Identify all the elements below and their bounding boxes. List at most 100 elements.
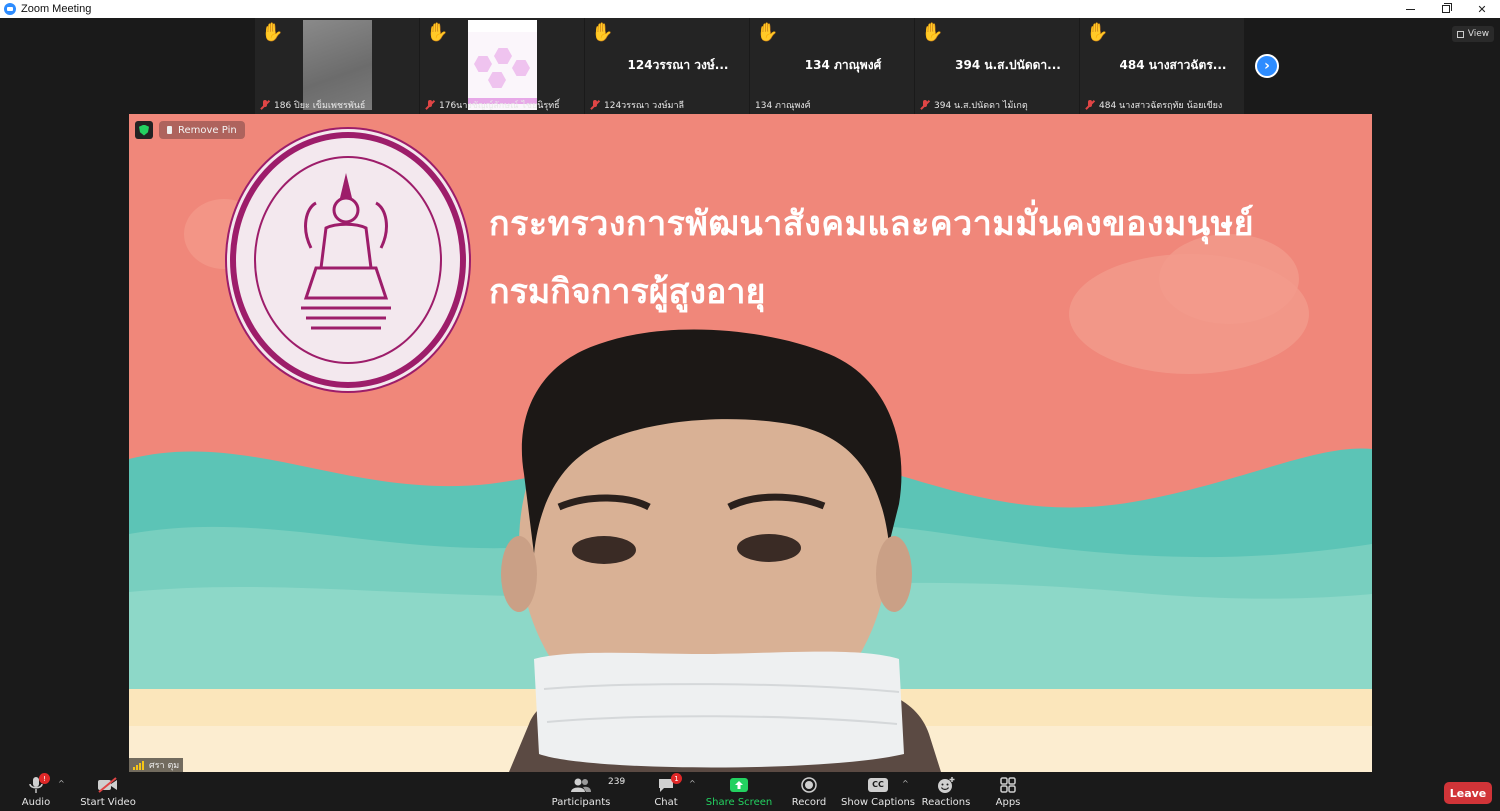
video-off-icon xyxy=(97,775,119,795)
participant-name: 484 นางสาวฉัตรฤทัย น้อยเขียง xyxy=(1099,101,1223,111)
leave-button[interactable]: Leave xyxy=(1444,782,1492,804)
tile-footer: 186 ปิยะ เข็มเพชรพันธ์ xyxy=(255,98,419,112)
close-icon: ✕ xyxy=(1477,2,1487,16)
participant-name: 176นางชัญญ์ลักษณ์ ไชยนิรุทธิ์ xyxy=(439,101,560,111)
deity-emblem-icon xyxy=(301,173,391,330)
participants-button[interactable]: 239 Participants xyxy=(552,775,626,811)
participant-display-name: 134 ภาณุพงศ์ xyxy=(804,58,882,72)
muted-mic-icon xyxy=(920,100,930,110)
raised-hand-icon: ✋ xyxy=(756,22,779,43)
window-title: Zoom Meeting xyxy=(21,3,92,15)
muted-mic-icon xyxy=(260,100,270,110)
closed-captions-icon: CC xyxy=(868,775,888,795)
participant-video xyxy=(303,20,372,110)
tile-footer: 176นางชัญญ์ลักษณ์ ไชยนิรุทธิ์ xyxy=(420,98,584,112)
participant-name: 394 น.ส.ปนัดดา ไม้เกตุ xyxy=(934,101,1028,111)
chat-label: Chat xyxy=(654,797,678,808)
participant-name: 186 ปิยะ เข็มเพชรพันธ์ xyxy=(274,101,366,111)
restore-button[interactable] xyxy=(1428,0,1464,18)
participant-display-name: 394 น.ส.ปนัดดา... xyxy=(955,58,1061,72)
title-bar: Zoom Meeting ✕ xyxy=(0,0,1500,18)
participant-video xyxy=(468,20,537,110)
reactions-button[interactable]: Reactions xyxy=(922,775,970,811)
minimize-icon xyxy=(1405,8,1415,10)
participant-tile[interactable]: ✋ 186 ปิยะ เข็มเพชรพันธ์ xyxy=(255,18,420,114)
record-icon xyxy=(801,775,817,795)
participant-name: 124วรรณา วงษ์มาลี xyxy=(604,101,685,111)
chat-button[interactable]: 1 Chat xyxy=(654,773,682,811)
ministry-seal-logo xyxy=(230,132,466,388)
view-button[interactable]: View xyxy=(1452,26,1494,42)
slide-headline-department: กรมกิจการผู้สูงอายุ xyxy=(489,272,766,312)
start-video-label: Start Video xyxy=(80,797,136,808)
participant-display-name: 124วรรณา วงษ์... xyxy=(627,58,729,72)
chat-icon: 1 xyxy=(657,773,682,795)
participant-tile[interactable]: ✋ 484 นางสาวฉัตร... 484 นางสาวฉัตรฤทัย น… xyxy=(1080,18,1245,114)
raised-hand-icon: ✋ xyxy=(921,22,944,43)
participant-tile[interactable]: ✋ 124วรรณา วงษ์... 124วรรณา วงษ์มาลี xyxy=(585,18,750,114)
raised-hand-icon: ✋ xyxy=(591,22,614,43)
participant-display-name: 484 นางสาวฉัตร... xyxy=(1119,58,1227,72)
window-controls: ✕ xyxy=(1392,0,1500,18)
participants-options-caret-icon[interactable]: ^ xyxy=(619,779,626,788)
raised-hand-icon: ✋ xyxy=(261,22,284,43)
audio-button[interactable]: ! Audio xyxy=(20,773,52,811)
close-button[interactable]: ✕ xyxy=(1464,0,1500,18)
show-captions-button[interactable]: CC Show Captions xyxy=(841,775,915,811)
muted-mic-icon xyxy=(1085,100,1095,110)
restore-icon xyxy=(1442,3,1452,13)
zoom-logo-icon xyxy=(4,3,16,15)
participants-label: Participants xyxy=(551,797,611,808)
chat-unread-badge: 1 xyxy=(671,773,682,784)
apps-label: Apps xyxy=(995,797,1021,808)
muted-mic-icon xyxy=(425,100,435,110)
participant-tile[interactable]: ✋ 394 น.ส.ปนัดดา... 394 น.ส.ปนัดดา ไม้เก… xyxy=(915,18,1080,114)
tile-footer: 394 น.ส.ปนัดดา ไม้เกตุ xyxy=(915,98,1079,112)
tile-footer: 134 ภาณุพงศ์ xyxy=(750,98,914,112)
audio-warning-badge: ! xyxy=(39,773,50,784)
next-page-button[interactable]: › xyxy=(1255,54,1279,78)
share-screen-button[interactable]: Share Screen xyxy=(706,775,772,811)
view-label: View xyxy=(1467,29,1490,39)
meeting-toolbar: ! Audio ^ Start Video 239 Participants ^… xyxy=(0,772,1500,811)
muted-mic-icon xyxy=(590,100,600,110)
reactions-smiley-icon xyxy=(937,775,955,795)
minimize-button[interactable] xyxy=(1392,0,1428,18)
raised-hand-icon: ✋ xyxy=(1086,22,1109,43)
captions-options-caret-icon[interactable]: ^ xyxy=(902,779,909,788)
apps-icon xyxy=(1000,775,1016,795)
microphone-icon: ! xyxy=(29,773,50,795)
raised-hand-icon: ✋ xyxy=(426,22,449,43)
speaker-name-tag: ศรา ตุม xyxy=(129,758,184,772)
grid-icon xyxy=(1456,30,1464,38)
audio-options-caret-icon[interactable]: ^ xyxy=(58,779,65,788)
slide-headline-ministry: กระทรวงการพัฒนาสังคมและความมั่นคงของมนุษ… xyxy=(489,204,1254,244)
chat-options-caret-icon[interactable]: ^ xyxy=(689,779,696,788)
chevron-right-icon: › xyxy=(1264,58,1270,74)
pin-icon xyxy=(167,126,172,134)
tile-footer: 484 นางสาวฉัตรฤทัย น้อยเขียง xyxy=(1080,98,1244,112)
pin-controls: Remove Pin xyxy=(135,121,245,139)
pinned-video[interactable]: กระทรวงการพัฒนาสังคมและความมั่นคงของมนุษ… xyxy=(129,114,1372,772)
signal-strength-icon xyxy=(133,760,145,770)
security-shield-icon[interactable] xyxy=(135,121,153,139)
apps-button[interactable]: Apps xyxy=(996,775,1020,811)
show-captions-label: Show Captions xyxy=(841,797,915,808)
tile-footer: 124วรรณา วงษ์มาลี xyxy=(585,98,749,112)
record-label: Record xyxy=(791,797,827,808)
speaker-name: ศรา ตุม xyxy=(149,761,180,771)
remove-pin-label: Remove Pin xyxy=(178,124,237,136)
participants-icon: 239 xyxy=(570,775,625,795)
audio-label: Audio xyxy=(21,797,51,808)
participant-tile[interactable]: ✋ 134 ภาณุพงศ์ 134 ภาณุพงศ์ xyxy=(750,18,915,114)
share-screen-label: Share Screen xyxy=(705,797,773,808)
zoom-window: Zoom Meeting ✕ ✋ 186 ปิยะ เข็มเพชรพันธ์ xyxy=(0,0,1500,811)
record-button[interactable]: Record xyxy=(791,775,827,811)
remove-pin-button[interactable]: Remove Pin xyxy=(159,121,245,139)
participant-name: 134 ภาณุพงศ์ xyxy=(755,101,811,111)
share-screen-icon xyxy=(729,775,749,795)
reactions-label: Reactions xyxy=(921,797,971,808)
gallery-strip: ✋ 186 ปิยะ เข็มเพชรพันธ์ ✋ 176นางชัญญ์ลั… xyxy=(255,18,1245,114)
start-video-button[interactable]: Start Video xyxy=(80,775,136,811)
participant-tile[interactable]: ✋ 176นางชัญญ์ลักษณ์ ไชยนิรุทธิ์ xyxy=(420,18,585,114)
